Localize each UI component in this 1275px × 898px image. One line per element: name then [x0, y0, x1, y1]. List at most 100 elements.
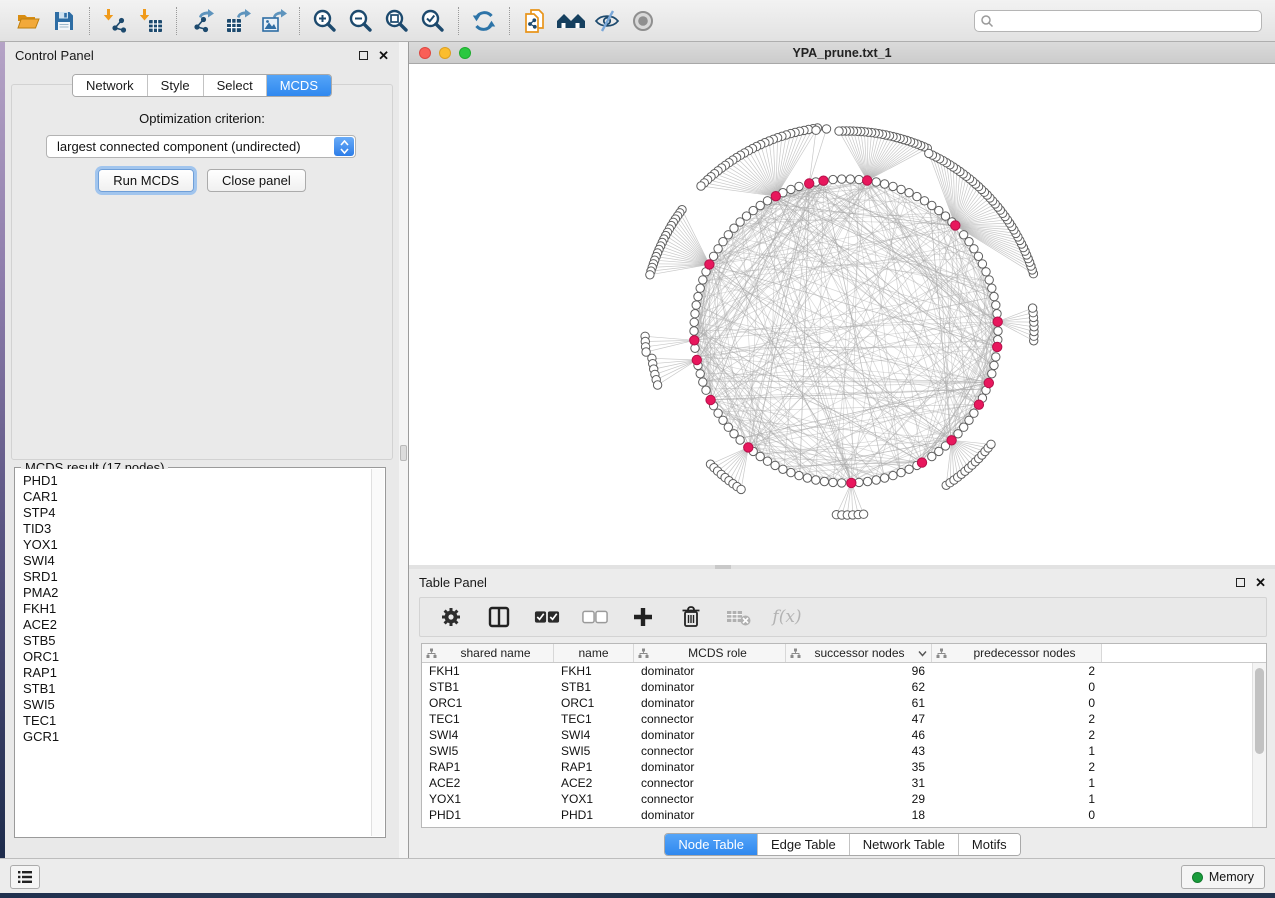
table-cell[interactable]: dominator: [634, 727, 786, 743]
table-cell[interactable]: 46: [786, 727, 932, 743]
mcds-result-item[interactable]: SWI5: [23, 697, 371, 713]
mcds-result-item[interactable]: GCR1: [23, 729, 371, 745]
table-cell[interactable]: 47: [786, 711, 932, 727]
import-network-button[interactable]: [97, 3, 133, 39]
table-cell[interactable]: 2: [932, 663, 1102, 679]
table-cell[interactable]: TEC1: [422, 711, 554, 727]
mcds-list-scrollbar[interactable]: [371, 469, 384, 836]
table-cell[interactable]: YOX1: [422, 791, 554, 807]
first-neighbors-button[interactable]: [553, 3, 589, 39]
table-cell[interactable]: SWI5: [422, 743, 554, 759]
network-window-titlebar[interactable]: YPA_prune.txt_1: [409, 42, 1275, 64]
table-cell[interactable]: TEC1: [554, 711, 634, 727]
table-cell[interactable]: 31: [786, 775, 932, 791]
zoom-selected-button[interactable]: [415, 3, 451, 39]
table-cell[interactable]: connector: [634, 743, 786, 759]
table-cell[interactable]: YOX1: [554, 791, 634, 807]
table-cell[interactable]: FKH1: [554, 663, 634, 679]
mcds-result-item[interactable]: FKH1: [23, 601, 371, 617]
delete-column-button[interactable]: [678, 604, 704, 630]
table-cell[interactable]: 62: [786, 679, 932, 695]
export-table-button[interactable]: [220, 3, 256, 39]
close-panel-button[interactable]: Close panel: [207, 169, 306, 192]
export-network-button[interactable]: [184, 3, 220, 39]
tab-mcds[interactable]: MCDS: [267, 75, 331, 96]
zoom-in-button[interactable]: [307, 3, 343, 39]
task-history-button[interactable]: [10, 865, 40, 889]
open-button[interactable]: [10, 3, 46, 39]
table-cell[interactable]: dominator: [634, 695, 786, 711]
table-cell[interactable]: STB1: [422, 679, 554, 695]
table-cell[interactable]: connector: [634, 711, 786, 727]
table-row[interactable]: SWI5SWI5connector431: [422, 743, 1252, 759]
tab-network-table[interactable]: Network Table: [850, 834, 959, 855]
refresh-button[interactable]: [466, 3, 502, 39]
table-cell[interactable]: RAP1: [554, 759, 634, 775]
table-row[interactable]: SWI4SWI4dominator462: [422, 727, 1252, 743]
mcds-result-item[interactable]: SWI4: [23, 553, 371, 569]
zoom-fit-button[interactable]: [379, 3, 415, 39]
export-image-button[interactable]: [256, 3, 292, 39]
table-cell[interactable]: 1: [932, 775, 1102, 791]
mcds-result-item[interactable]: TEC1: [23, 713, 371, 729]
close-panel-icon[interactable]: ✕: [1255, 576, 1266, 589]
column-header-successor-nodes[interactable]: successor nodes: [786, 644, 932, 662]
splitter-handle[interactable]: [400, 445, 407, 461]
table-cell[interactable]: 0: [932, 807, 1102, 823]
mcds-result-item[interactable]: RAP1: [23, 665, 371, 681]
mcds-result-item[interactable]: CAR1: [23, 489, 371, 505]
mcds-result-item[interactable]: SRD1: [23, 569, 371, 585]
criterion-dropdown[interactable]: largest connected component (undirected): [46, 135, 356, 158]
table-row[interactable]: PHD1PHD1dominator180: [422, 807, 1252, 823]
show-columns-button[interactable]: [486, 604, 512, 630]
clone-network-button[interactable]: [517, 3, 553, 39]
mcds-result-item[interactable]: STB5: [23, 633, 371, 649]
show-all-button[interactable]: [625, 3, 661, 39]
run-mcds-button[interactable]: Run MCDS: [98, 169, 194, 192]
table-cell[interactable]: SWI4: [554, 727, 634, 743]
table-row[interactable]: TEC1TEC1connector472: [422, 711, 1252, 727]
mcds-result-item[interactable]: ACE2: [23, 617, 371, 633]
table-cell[interactable]: dominator: [634, 679, 786, 695]
mcds-result-item[interactable]: STP4: [23, 505, 371, 521]
memory-button[interactable]: Memory: [1181, 865, 1265, 889]
table-cell[interactable]: 1: [932, 743, 1102, 759]
table-cell[interactable]: connector: [634, 775, 786, 791]
deselect-all-button[interactable]: [582, 604, 608, 630]
table-cell[interactable]: dominator: [634, 663, 786, 679]
table-row[interactable]: FKH1FKH1dominator962: [422, 663, 1252, 679]
tab-motifs[interactable]: Motifs: [959, 834, 1020, 855]
table-settings-button[interactable]: [438, 604, 464, 630]
table-row[interactable]: ACE2ACE2connector311: [422, 775, 1252, 791]
tab-edge-table[interactable]: Edge Table: [758, 834, 850, 855]
table-cell[interactable]: 18: [786, 807, 932, 823]
table-cell[interactable]: SWI4: [422, 727, 554, 743]
table-cell[interactable]: ORC1: [422, 695, 554, 711]
table-cell[interactable]: 43: [786, 743, 932, 759]
import-table-button[interactable]: [133, 3, 169, 39]
select-all-button[interactable]: [534, 604, 560, 630]
table-cell[interactable]: ACE2: [422, 775, 554, 791]
network-graph[interactable]: [409, 64, 1275, 565]
mcds-result-list[interactable]: PHD1CAR1STP4TID3YOX1SWI4SRD1PMA2FKH1ACE2…: [16, 469, 371, 836]
table-cell[interactable]: 2: [932, 711, 1102, 727]
add-column-button[interactable]: [630, 604, 656, 630]
table-cell[interactable]: PHD1: [422, 807, 554, 823]
column-header-shared-name[interactable]: shared name: [422, 644, 554, 662]
mcds-result-item[interactable]: ORC1: [23, 649, 371, 665]
column-header-MCDS-role[interactable]: MCDS role: [634, 644, 786, 662]
table-cell[interactable]: RAP1: [422, 759, 554, 775]
scrollbar-thumb[interactable]: [1255, 668, 1264, 754]
table-cell[interactable]: 1: [932, 791, 1102, 807]
table-cell[interactable]: ACE2: [554, 775, 634, 791]
tab-network[interactable]: Network: [73, 75, 148, 96]
table-cell[interactable]: 2: [932, 727, 1102, 743]
column-header-name[interactable]: name: [554, 644, 634, 662]
float-window-icon[interactable]: [1236, 578, 1245, 587]
table-cell[interactable]: dominator: [634, 807, 786, 823]
hide-selected-button[interactable]: [589, 3, 625, 39]
mcds-result-item[interactable]: TID3: [23, 521, 371, 537]
table-row[interactable]: STB1STB1dominator620: [422, 679, 1252, 695]
close-panel-icon[interactable]: ✕: [378, 49, 389, 62]
zoom-out-button[interactable]: [343, 3, 379, 39]
